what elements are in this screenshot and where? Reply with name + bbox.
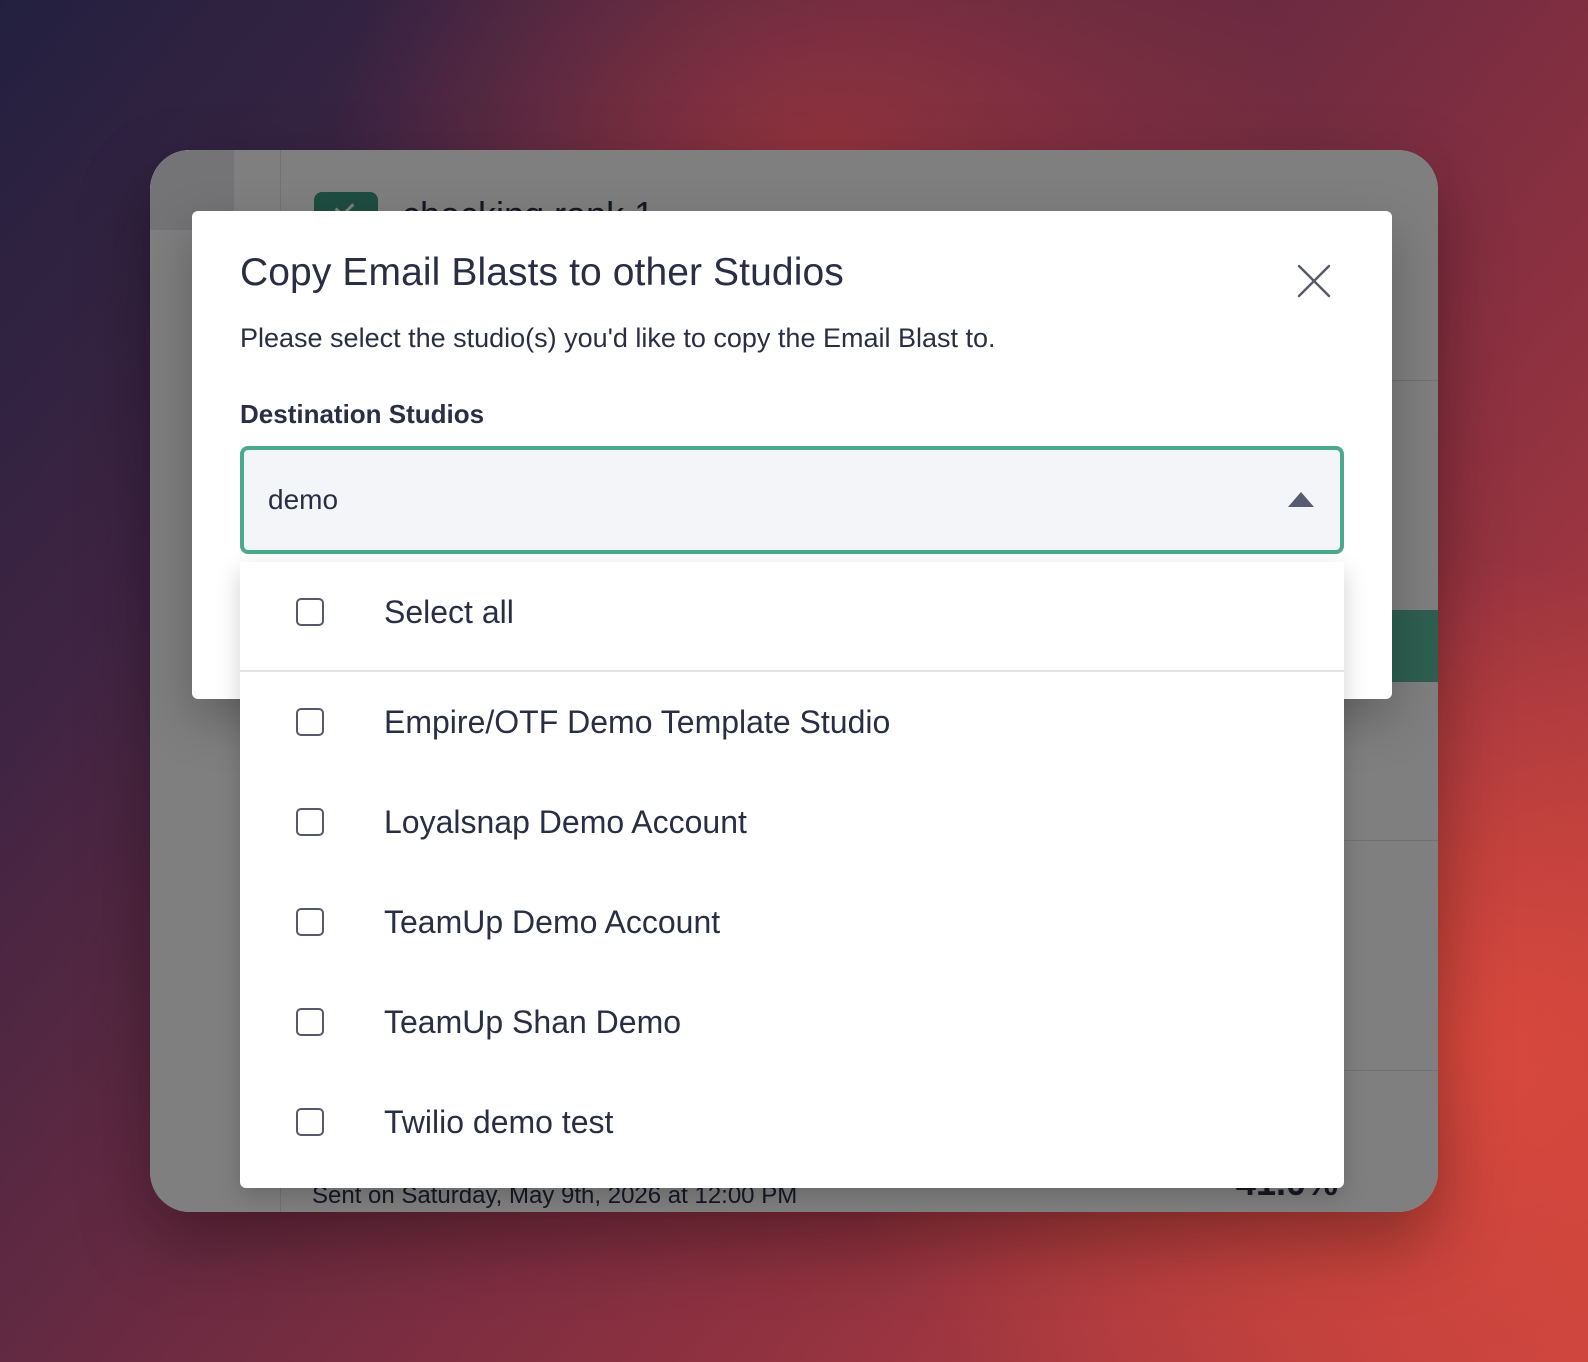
studio-option-checkbox[interactable] (296, 1008, 324, 1036)
modal-title: Copy Email Blasts to other Studios (240, 251, 844, 294)
studio-option-label: Twilio demo test (384, 1104, 614, 1140)
destination-studios-select[interactable] (240, 446, 1344, 554)
studio-option[interactable]: Loyalsnap Demo Account (240, 772, 1344, 872)
close-icon (1297, 264, 1331, 298)
studio-option-label: Empire/OTF Demo Template Studio (384, 704, 891, 740)
studio-option-checkbox[interactable] (296, 1108, 324, 1136)
studio-option-checkbox[interactable] (296, 808, 324, 836)
studio-option-checkbox[interactable] (296, 708, 324, 736)
close-button[interactable] (1296, 263, 1332, 299)
select-all-option[interactable]: Select all (240, 562, 1344, 662)
studio-option[interactable]: Twilio demo test (240, 1072, 1344, 1172)
studio-option[interactable]: TeamUp Shan Demo (240, 972, 1344, 1072)
modal-subtitle: Please select the studio(s) you'd like t… (240, 323, 996, 353)
studio-option-label: Loyalsnap Demo Account (384, 804, 747, 840)
studio-search-input[interactable] (268, 450, 1228, 550)
studio-option-label: TeamUp Demo Account (384, 904, 721, 940)
caret-up-icon[interactable] (1288, 492, 1314, 507)
studio-option[interactable]: Empire/OTF Demo Template Studio (240, 672, 1344, 772)
destination-studios-label: Destination Studios (240, 399, 485, 429)
studio-option-label: TeamUp Shan Demo (384, 1004, 682, 1040)
studio-option[interactable]: TeamUp Demo Account (240, 872, 1344, 972)
studio-option-checkbox[interactable] (296, 908, 324, 936)
select-all-checkbox[interactable] (296, 598, 324, 626)
studios-dropdown-list: Select all Empire/OTF Demo Template Stud… (240, 562, 1344, 1188)
select-all-label: Select all (384, 594, 514, 630)
